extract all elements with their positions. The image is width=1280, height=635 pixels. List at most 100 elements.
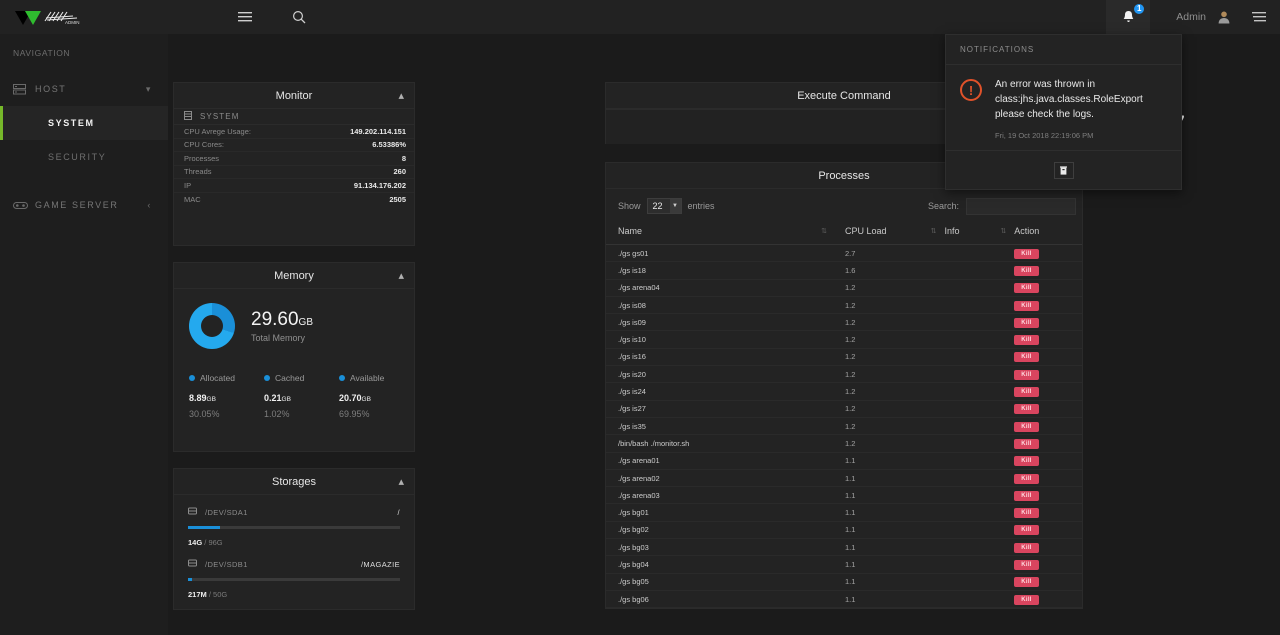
kill-button[interactable]: Kill bbox=[1014, 300, 1039, 311]
gamepad-icon bbox=[13, 201, 35, 210]
process-action: Kill bbox=[1014, 521, 1082, 540]
kill-button[interactable]: Kill bbox=[1014, 283, 1039, 294]
notification-item[interactable]: ! An error was thrown in class:jhs.java.… bbox=[946, 65, 1181, 151]
process-name: ./gs arena04 bbox=[606, 279, 845, 297]
process-cpu-load: 1.1 bbox=[844, 521, 945, 540]
storage-total: 96G bbox=[208, 538, 223, 547]
process-action: Kill bbox=[1014, 434, 1082, 453]
process-name: ./gs bg01 bbox=[606, 503, 845, 522]
kill-button[interactable]: Kill bbox=[1014, 577, 1039, 588]
kill-button[interactable]: Kill bbox=[1014, 404, 1039, 415]
right-menu-button[interactable] bbox=[1244, 0, 1274, 34]
chevron-up-icon[interactable]: ▴ bbox=[398, 475, 404, 488]
process-action: Kill bbox=[1014, 279, 1082, 297]
process-action: Kill bbox=[1014, 330, 1082, 349]
monitor-row-value: 91.134.176.202 bbox=[353, 180, 406, 190]
memory-summary: 29.60GB Total Memory bbox=[174, 303, 414, 349]
memory-legend-label: Cached bbox=[275, 373, 305, 383]
brand-logo[interactable]: ADMIN bbox=[0, 0, 168, 34]
kill-button[interactable]: Kill bbox=[1014, 369, 1039, 380]
chevron-up-icon[interactable]: ▴ bbox=[398, 269, 404, 282]
chevron-up-icon[interactable]: ▴ bbox=[398, 89, 404, 102]
process-name: ./gs arena03 bbox=[606, 486, 845, 505]
sidebar-heading: NAVIGATION bbox=[13, 48, 71, 58]
search-icon bbox=[292, 10, 306, 24]
process-info bbox=[944, 382, 1015, 401]
kill-button[interactable]: Kill bbox=[1014, 473, 1039, 484]
clear-notifications-button[interactable] bbox=[1053, 161, 1074, 179]
memory-legend-pct: 69.95% bbox=[339, 409, 370, 419]
sidebar-item-security[interactable]: SECURITY bbox=[0, 140, 168, 174]
table-row: ./gs is35 1.2 Kill bbox=[606, 417, 1082, 436]
process-action: Kill bbox=[1014, 400, 1082, 418]
page-length-select[interactable]: 22 ▼ bbox=[646, 198, 682, 214]
sidebar-item-system[interactable]: SYSTEM bbox=[0, 106, 168, 140]
process-action: Kill bbox=[1014, 261, 1082, 280]
top-bar-right: 1 Admin bbox=[1106, 0, 1280, 34]
process-cpu-load: 1.2 bbox=[844, 279, 945, 297]
kill-button[interactable]: Kill bbox=[1014, 456, 1039, 467]
column-header-info[interactable]: Info ⇅ bbox=[944, 223, 1015, 245]
kill-button[interactable]: Kill bbox=[1014, 248, 1039, 259]
kill-button[interactable]: Kill bbox=[1014, 594, 1039, 605]
kill-button[interactable]: Kill bbox=[1014, 352, 1039, 363]
monitor-row-key: Threads bbox=[184, 167, 212, 177]
process-info bbox=[944, 348, 1015, 367]
kill-button[interactable]: Kill bbox=[1014, 265, 1039, 276]
kill-button[interactable]: Kill bbox=[1014, 490, 1039, 501]
sort-icon: ⇅ bbox=[821, 228, 827, 235]
sidebar: NAVIGATION HOST ▾ SYSTEM SECURITY GAME S… bbox=[0, 34, 168, 635]
kill-button[interactable]: Kill bbox=[1014, 508, 1039, 519]
hamburger-icon bbox=[238, 12, 252, 22]
process-action: Kill bbox=[1014, 469, 1082, 488]
svg-text:ADMIN: ADMIN bbox=[65, 20, 80, 25]
sidebar-toggle-button[interactable] bbox=[228, 0, 262, 34]
kill-button[interactable]: Kill bbox=[1014, 387, 1039, 398]
column-header-name[interactable]: Name ⇅ bbox=[606, 223, 845, 245]
process-action: Kill bbox=[1014, 555, 1082, 574]
memory-total: 29.60GB Total Memory bbox=[251, 309, 313, 343]
table-row: ./gs bg04 1.1 Kill bbox=[606, 555, 1082, 574]
sidebar-item-security-label: SECURITY bbox=[48, 152, 107, 162]
table-row: ./gs bg05 1.1 Kill bbox=[606, 573, 1082, 591]
avatar[interactable] bbox=[1216, 9, 1232, 25]
process-cpu-load: 1.1 bbox=[844, 452, 945, 470]
memory-legend-value: 20.70 bbox=[339, 393, 362, 403]
kill-button[interactable]: Kill bbox=[1014, 335, 1039, 346]
column-label-name: Name bbox=[618, 226, 643, 236]
search-input[interactable] bbox=[966, 197, 1076, 215]
process-cpu-load: 2.7 bbox=[844, 244, 945, 263]
processes-table-head: Name ⇅ CPU Load ⇅ Info ⇅ Action bbox=[606, 223, 1082, 245]
memory-legend-value: 0.21 bbox=[264, 393, 282, 403]
kill-button[interactable]: Kill bbox=[1014, 542, 1039, 553]
sidebar-item-host[interactable]: HOST ▾ bbox=[0, 72, 168, 106]
process-action: Kill bbox=[1014, 348, 1082, 367]
table-row: ./gs is16 1.2 Kill bbox=[606, 348, 1082, 367]
column-label-info: Info bbox=[944, 226, 960, 236]
storage-device: /DEV/SDA1 bbox=[205, 507, 248, 517]
process-action: Kill bbox=[1014, 244, 1082, 263]
process-info bbox=[944, 434, 1015, 453]
hdd-icon bbox=[188, 507, 197, 517]
memory-legend-pct: 30.05% bbox=[189, 409, 220, 419]
process-cpu-load: 1.1 bbox=[844, 503, 945, 522]
monitor-section: SYSTEM bbox=[174, 109, 414, 125]
process-info bbox=[944, 244, 1015, 263]
monitor-row-value: 149.202.114.151 bbox=[350, 126, 406, 136]
server-icon bbox=[13, 83, 35, 95]
kill-button[interactable]: Kill bbox=[1014, 317, 1039, 328]
kill-button[interactable]: Kill bbox=[1014, 559, 1039, 570]
sidebar-item-game-server[interactable]: GAME SERVER ‹ bbox=[0, 188, 168, 222]
search-button[interactable] bbox=[282, 0, 316, 34]
kill-button[interactable]: Kill bbox=[1014, 525, 1039, 536]
monitor-row: Processes 8 bbox=[174, 152, 414, 166]
kill-button[interactable]: Kill bbox=[1014, 438, 1039, 449]
processes-table: Name ⇅ CPU Load ⇅ Info ⇅ Action ./gs gs0… bbox=[606, 223, 1082, 609]
table-header-row: Name ⇅ CPU Load ⇅ Info ⇅ Action bbox=[606, 223, 1082, 245]
kill-button[interactable]: Kill bbox=[1014, 421, 1039, 432]
storage-progress-bar bbox=[188, 526, 400, 529]
notifications-button[interactable]: 1 bbox=[1106, 0, 1151, 34]
column-header-cpu-load[interactable]: CPU Load ⇅ bbox=[844, 223, 945, 245]
process-info bbox=[944, 296, 1015, 315]
table-row: ./gs arena01 1.1 Kill bbox=[606, 452, 1082, 470]
